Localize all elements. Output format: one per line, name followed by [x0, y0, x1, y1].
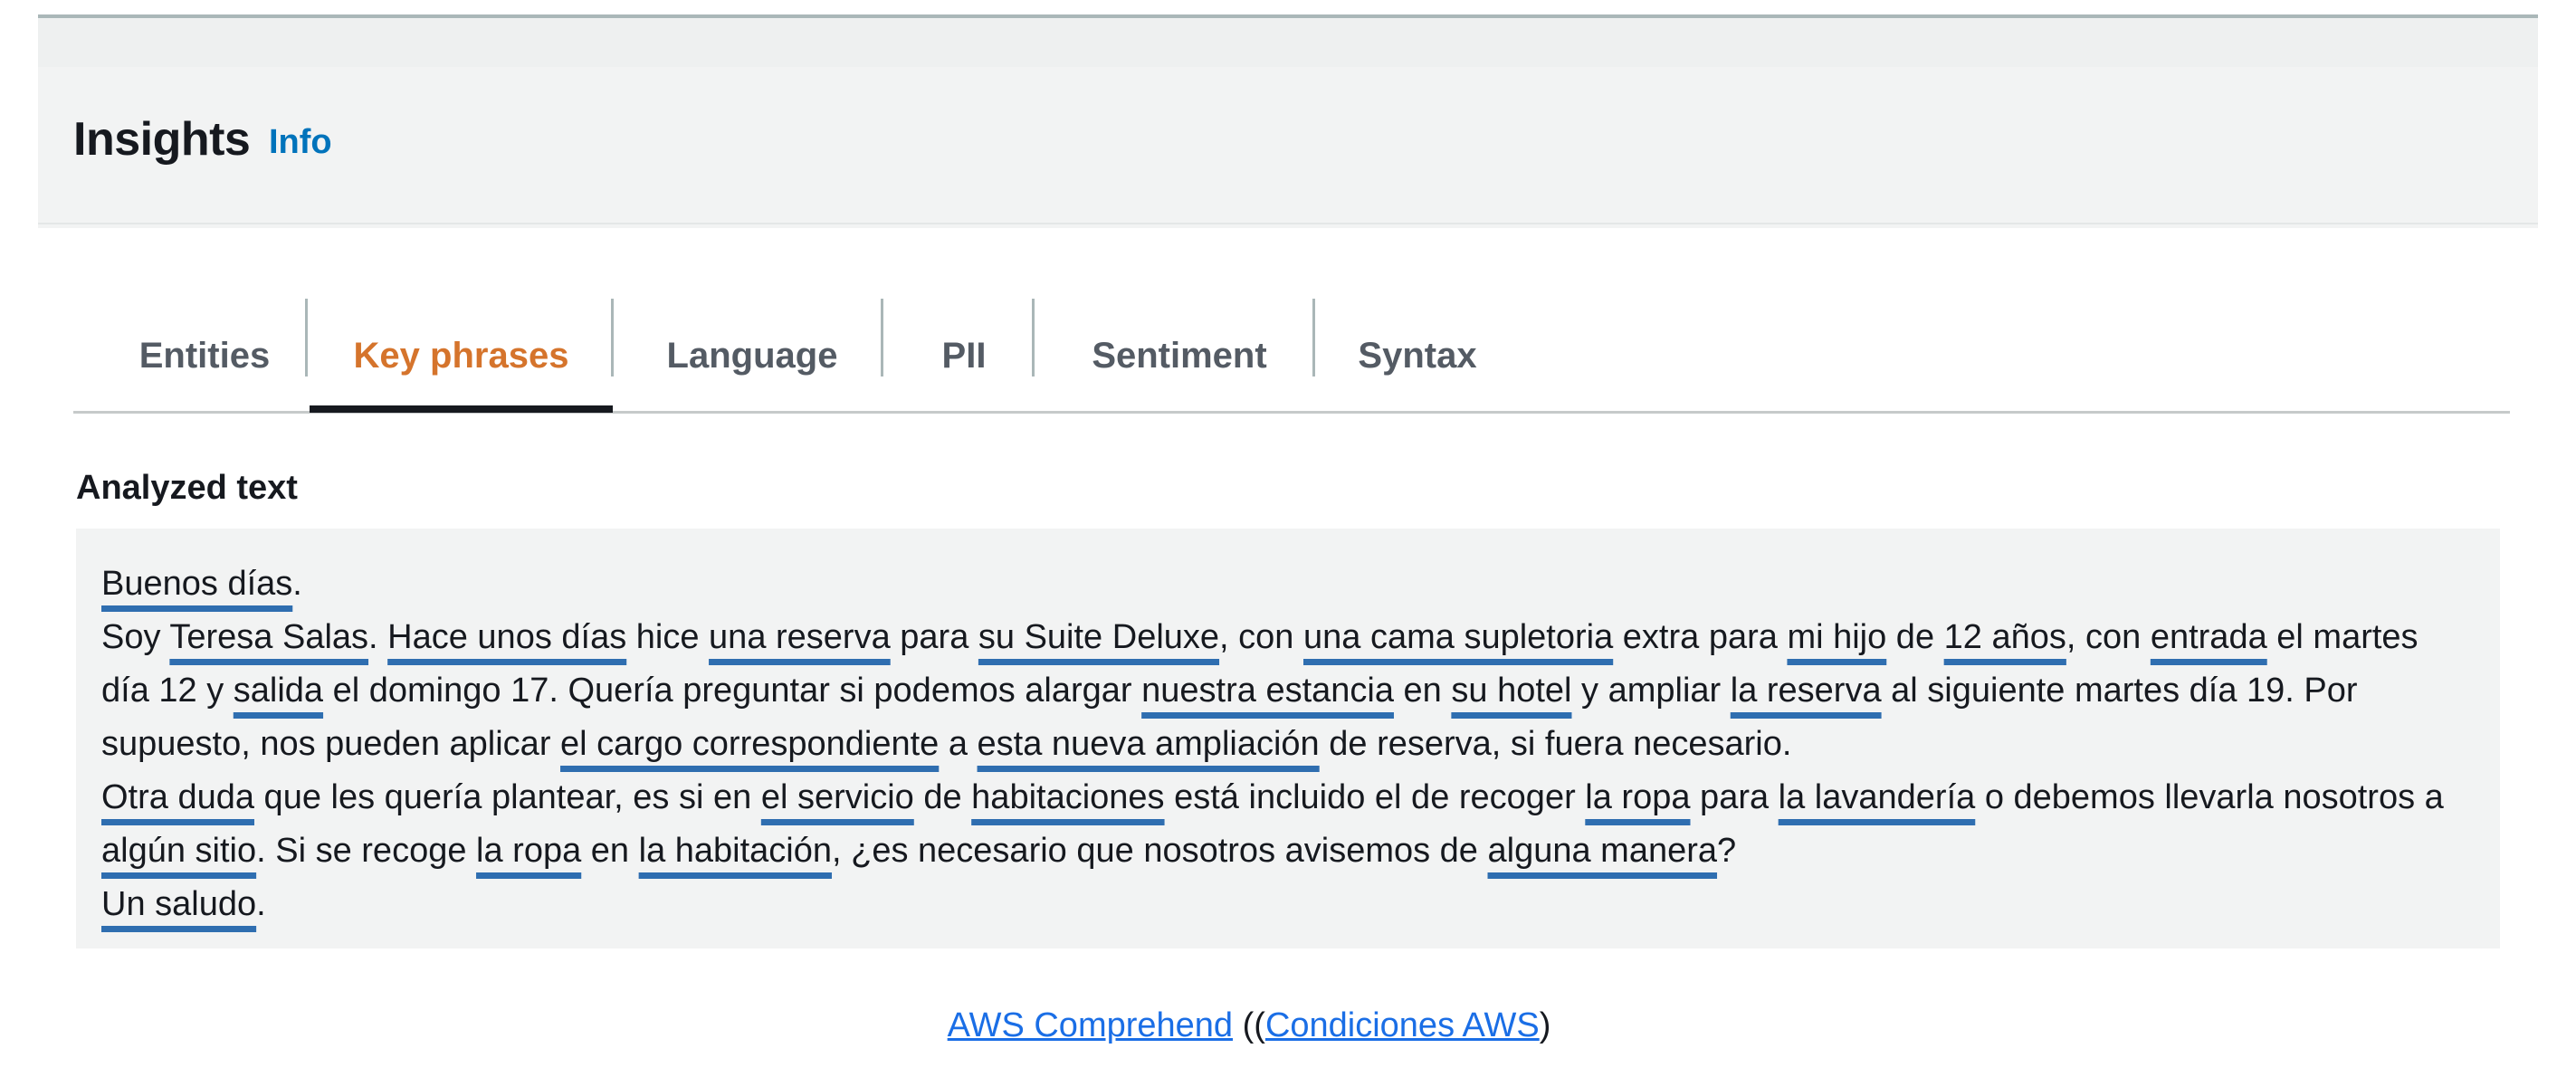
tab-separator: [305, 299, 308, 376]
analyzed-paragraph: Otra duda que les quería plantear, es si…: [101, 771, 2475, 878]
insights-tabs: Entities Key phrases Language PII Sentim…: [73, 299, 2510, 413]
panel-divider: [38, 223, 2538, 224]
footer-open-paren: ((: [1233, 1006, 1265, 1044]
text-segment: que les quería plantear, es si en: [254, 778, 761, 816]
tab-key-phrases[interactable]: Key phrases: [310, 299, 613, 413]
key-phrase: Buenos días: [101, 565, 293, 603]
tab-language[interactable]: Language: [616, 299, 888, 413]
key-phrase: Hace unos días: [387, 618, 627, 656]
footer-close-paren: ): [1539, 1006, 1551, 1044]
text-segment: . Si se recoge: [256, 832, 477, 870]
text-segment: de reserva, si fuera necesario.: [1319, 725, 1792, 763]
analyzed-paragraph: Buenos días.: [101, 558, 2475, 611]
text-segment: el domingo 17. Quería preguntar si podem…: [323, 672, 1142, 710]
tab-separator: [881, 299, 883, 376]
key-phrase: algún sitio: [101, 832, 257, 870]
key-phrase: una cama supletoria: [1303, 618, 1614, 656]
key-phrase: Teresa Salas: [169, 618, 369, 656]
key-phrase: Otra duda: [101, 778, 254, 816]
key-phrase: su hotel: [1451, 672, 1572, 710]
footer: AWS Comprehend ((Condiciones AWS): [0, 1006, 2498, 1045]
key-phrase: la reserva: [1730, 672, 1882, 710]
key-phrase: la ropa: [476, 832, 582, 870]
tab-separator: [1312, 299, 1315, 376]
text-segment: extra para: [1613, 618, 1788, 656]
text-segment: Soy: [101, 618, 170, 656]
key-phrase: la lavandería: [1778, 778, 1976, 816]
analyzed-text-label: Analyzed text: [76, 469, 298, 507]
text-segment: en: [581, 832, 639, 870]
key-phrase: mi hijo: [1787, 618, 1887, 656]
key-phrase: una reserva: [709, 618, 891, 656]
key-phrase: salida: [233, 672, 324, 710]
key-phrase: el servicio: [760, 778, 914, 816]
analyzed-paragraph: Soy Teresa Salas. Hace unos días hice un…: [101, 611, 2475, 771]
text-segment: hice: [626, 618, 710, 656]
text-segment: está incluido el de recoger: [1164, 778, 1586, 816]
analyzed-text-box: Buenos días. Soy Teresa Salas. Hace unos …: [76, 529, 2500, 948]
key-phrase: la ropa: [1585, 778, 1691, 816]
tab-separator: [611, 299, 614, 376]
key-phrase: alguna manera: [1487, 832, 1718, 870]
tab-separator: [1032, 299, 1035, 376]
key-phrase: su Suite Deluxe: [978, 618, 1220, 656]
text-segment: .: [256, 885, 266, 923]
text-segment: , ¿es necesario que nosotros avisemos de: [832, 832, 1488, 870]
text-segment: .: [368, 618, 388, 656]
text-segment: , con: [2066, 618, 2151, 656]
key-phrase: el cargo correspondiente: [560, 725, 940, 763]
text-segment: y ampliar: [1571, 672, 1731, 710]
text-segment: .: [292, 565, 302, 603]
tab-pii[interactable]: PII: [892, 299, 1035, 413]
key-phrase: la habitación: [638, 832, 833, 870]
key-phrase: nuestra estancia: [1141, 672, 1394, 710]
text-segment: de: [913, 778, 972, 816]
key-phrase: Un saludo: [101, 885, 257, 923]
page-title: Insights: [73, 113, 251, 166]
text-segment: para: [890, 618, 978, 656]
text-segment: , con: [1219, 618, 1303, 656]
info-link[interactable]: Info: [269, 123, 332, 162]
aws-comprehend-link[interactable]: AWS Comprehend: [948, 1006, 1233, 1044]
text-segment: en: [1393, 672, 1452, 710]
tab-entities[interactable]: Entities: [110, 299, 300, 413]
aws-terms-link[interactable]: Condiciones AWS: [1265, 1006, 1540, 1044]
text-segment: a: [939, 725, 978, 763]
text-segment: para: [1690, 778, 1779, 816]
tab-syntax[interactable]: Syntax: [1322, 299, 1512, 413]
key-phrase: esta nueva ampliación: [977, 725, 1320, 763]
tab-sentiment[interactable]: Sentiment: [1039, 299, 1320, 413]
text-segment: de: [1886, 618, 1944, 656]
text-segment: ?: [1717, 832, 1737, 870]
key-phrase: 12 años: [1943, 618, 2066, 656]
active-tab-indicator: [310, 405, 613, 413]
panel-top-strip: [38, 18, 2538, 67]
key-phrase: entrada: [2150, 618, 2267, 656]
key-phrase: habitaciones: [971, 778, 1165, 816]
analyzed-paragraph: Un saludo.: [101, 878, 2475, 931]
text-segment: o debemos llevarla nosotros a: [1975, 778, 2444, 816]
